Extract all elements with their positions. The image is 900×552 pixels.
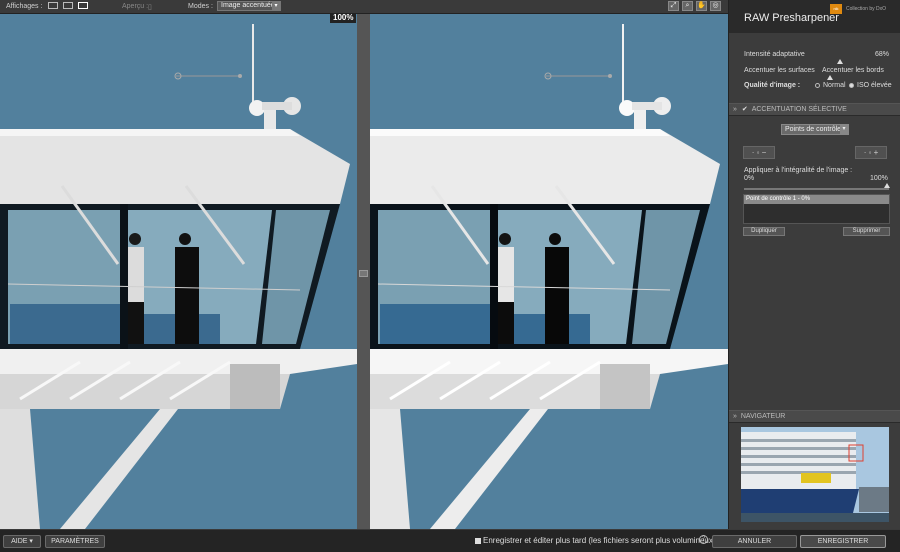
selective-section-title: ACCENTUATION SÉLECTIVE <box>751 106 847 113</box>
views-label: Affichages : <box>6 3 43 10</box>
hand-tool-icon[interactable]: ✋ <box>696 1 707 11</box>
quality-high-iso-radio[interactable] <box>849 83 854 88</box>
navigator-thumbnail[interactable] <box>741 427 889 522</box>
edges-label: Accentuer les bords <box>822 67 884 74</box>
control-points-dropdown[interactable]: Points de contrôle ▾ <box>781 124 849 135</box>
checkmark-icon[interactable]: ✔ <box>742 106 748 113</box>
modes-label: Modes : <box>188 3 213 10</box>
apply-whole-image-label: Appliquer à l'intégralité de l'image : <box>744 167 853 174</box>
quality-label: Qualité d'image : <box>744 82 801 89</box>
intensity-value: 68% <box>875 51 890 58</box>
apply-slider-handle[interactable] <box>884 183 890 188</box>
zoom-icon[interactable]: ⌕ <box>682 1 693 11</box>
preview-before[interactable] <box>0 14 357 529</box>
single-view-icon[interactable] <box>48 2 58 9</box>
help-button[interactable]: AIDE ▾ <box>3 535 41 548</box>
navigator-section-title: NAVIGATEUR <box>740 413 786 420</box>
navigator-photo <box>741 427 889 522</box>
divider-handle-icon[interactable] <box>359 270 368 277</box>
settings-button[interactable]: PARAMÈTRES <box>45 535 105 548</box>
duplicate-button[interactable]: Dupliquer <box>743 227 785 236</box>
top-toolbar: Affichages : Aperçu : ▯ Modes : Image ac… <box>0 0 728 14</box>
collapse-arrow-icon: » <box>733 106 737 113</box>
quality-high-iso-label: ISO élevée <box>857 82 892 89</box>
apply-max-label: 100% <box>870 175 888 182</box>
quality-normal-radio[interactable] <box>815 83 820 88</box>
apply-min-label: 0% <box>744 175 755 182</box>
save-later-checkbox[interactable] <box>475 538 481 544</box>
apply-slider-track[interactable] <box>744 188 889 190</box>
settings-panel: nik Collection by DxO RAW Presharpener I… <box>728 0 900 529</box>
zoom-level: 100% <box>330 13 357 23</box>
bottom-bar: AIDE ▾ PARAMÈTRES Enregistrer et éditer … <box>0 529 900 552</box>
selective-section-header[interactable]: » ✔ ACCENTUATION SÉLECTIVE <box>729 103 900 116</box>
delete-button[interactable]: Supprimer <box>843 227 890 236</box>
preview-after[interactable] <box>370 14 728 529</box>
side-by-side-view-icon[interactable] <box>78 2 88 9</box>
split-divider[interactable] <box>357 14 370 529</box>
photo-before <box>0 14 357 529</box>
list-item[interactable]: Point de contrôle 1 - 0% <box>744 195 889 204</box>
mode-select[interactable]: Image accentuée ▾ <box>217 1 281 11</box>
zoom-fit-icon[interactable]: ⤢ <box>668 1 679 11</box>
loupe-icon[interactable]: ◎ <box>710 1 721 11</box>
save-button[interactable]: ENREGISTRER <box>800 535 886 548</box>
intensity-slider-handle[interactable] <box>837 59 843 64</box>
brand-label: Collection by DxO <box>846 6 887 12</box>
mode-select-value: Image accentuée <box>221 2 275 9</box>
navigator-section-header[interactable]: » NAVIGATEUR <box>729 410 900 423</box>
photo-after <box>370 14 728 529</box>
add-positive-control-point-button[interactable]: · ◦ + <box>855 146 887 159</box>
control-points-dropdown-value: Points de contrôle <box>785 126 842 133</box>
panel-header: nik Collection by DxO RAW Presharpener <box>729 0 900 33</box>
quality-normal-label: Normal <box>823 82 846 89</box>
chevron-down-icon: ▾ <box>840 125 848 134</box>
cancel-button[interactable]: ANNULER <box>712 535 797 548</box>
save-later-label: Enregistrer et éditer plus tard (les fic… <box>483 536 716 545</box>
split-view-icon[interactable] <box>63 2 73 9</box>
add-negative-control-point-button[interactable]: · ◦ − <box>743 146 775 159</box>
collapse-arrow-icon: » <box>733 413 737 420</box>
info-icon[interactable]: ? <box>699 535 708 544</box>
surfaces-edges-slider-handle[interactable] <box>827 75 833 80</box>
filter-title: RAW Presharpener <box>744 12 839 24</box>
intensity-label: Intensité adaptative <box>744 51 805 58</box>
preview-label: Aperçu : <box>122 3 149 10</box>
surfaces-label: Accentuer les surfaces <box>744 67 815 74</box>
control-point-list: Point de contrôle 1 - 0% <box>743 194 890 224</box>
preview-toggle[interactable]: ▯ <box>148 3 152 11</box>
chevron-down-icon: ▾ <box>272 2 280 10</box>
